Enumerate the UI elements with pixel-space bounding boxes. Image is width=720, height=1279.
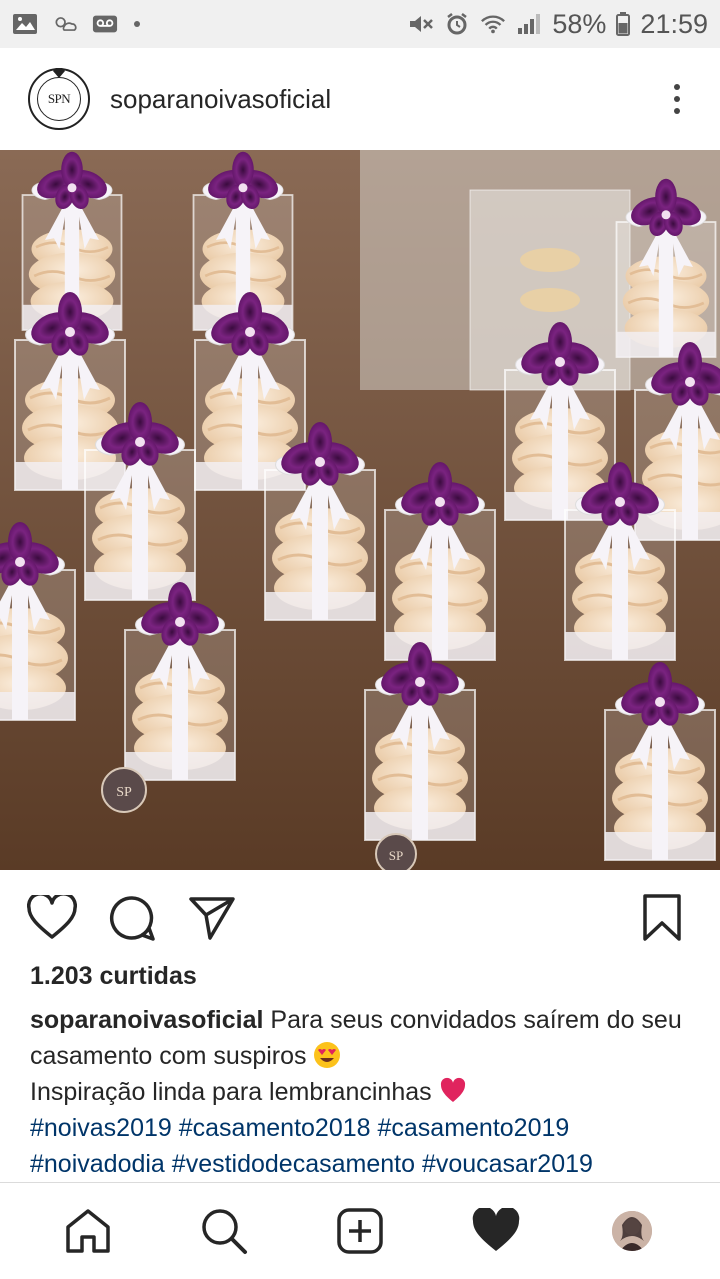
- status-bar: 58% 21:59: [0, 0, 720, 48]
- caption-line2: Inspiração linda para lembrancinhas: [30, 1074, 700, 1110]
- like-button[interactable]: [24, 890, 80, 946]
- comment-icon: [109, 895, 155, 941]
- nav-new-post[interactable]: [332, 1203, 388, 1259]
- heart-eyes-emoji-icon: [314, 1042, 341, 1068]
- post-username[interactable]: soparanoivasoficial: [110, 84, 331, 115]
- hashtags-line1[interactable]: #noivas2019 #casamento2018 #casamento201…: [30, 1110, 700, 1146]
- nav-search[interactable]: [196, 1203, 252, 1259]
- more-dot-icon: [674, 96, 680, 102]
- alarm-icon: [447, 13, 468, 35]
- save-icon: [643, 893, 681, 941]
- image-icon: [13, 14, 37, 34]
- post-photo[interactable]: SP SP: [0, 150, 720, 870]
- more-dot-icon: [674, 84, 680, 90]
- red-heart-emoji-icon: [440, 1077, 465, 1102]
- post-header: SPN soparanoivasoficial: [0, 48, 720, 150]
- share-button[interactable]: [184, 890, 240, 946]
- voicemail-icon: [92, 15, 118, 33]
- more-options-button[interactable]: [662, 79, 692, 119]
- nav-home[interactable]: [60, 1203, 116, 1259]
- post-caption: soparanoivasoficial Para seus convidados…: [30, 1002, 700, 1182]
- save-button[interactable]: [634, 890, 690, 946]
- signal-icon: [518, 14, 541, 34]
- diamond-icon: [53, 68, 65, 78]
- caption-text-line2: Inspiração linda para lembrancinhas: [30, 1078, 432, 1106]
- profile-icon: [612, 1211, 652, 1251]
- box-seal-icon: SP: [101, 767, 147, 813]
- clock: 21:59: [640, 8, 708, 39]
- comment-button[interactable]: [104, 890, 160, 946]
- new-post-icon: [337, 1208, 383, 1254]
- box-seal-icon: SP: [375, 833, 417, 870]
- box-monogram: SP: [389, 848, 403, 863]
- dot-icon: [134, 21, 140, 27]
- more-dot-icon: [674, 108, 680, 114]
- bottom-navigation: [0, 1182, 720, 1279]
- search-icon: [202, 1209, 247, 1254]
- caption-first-lines: soparanoivasoficial Para seus convidados…: [30, 1002, 700, 1074]
- box-monogram: SP: [116, 785, 132, 800]
- avatar-logo-text: SPN: [37, 77, 81, 121]
- share-icon: [189, 896, 235, 940]
- weather-icon: [55, 17, 77, 31]
- battery-percent: 58%: [552, 8, 607, 39]
- meringue-favor-boxes-image: SP SP: [0, 150, 720, 870]
- battery-icon: [616, 12, 631, 36]
- account-avatar[interactable]: SPN: [28, 68, 90, 130]
- caption-username[interactable]: soparanoivasoficial: [30, 1006, 263, 1034]
- activity-icon: [472, 1208, 520, 1251]
- like-icon: [27, 894, 77, 939]
- wifi-icon: [481, 15, 506, 34]
- likes-count[interactable]: 1.203 curtidas: [30, 962, 197, 991]
- nav-profile[interactable]: [604, 1203, 660, 1259]
- hashtags-line2[interactable]: #noivadodia #vestidodecasamento #voucasa…: [30, 1146, 700, 1182]
- nav-activity[interactable]: [468, 1203, 524, 1259]
- post-actions: [0, 870, 720, 965]
- mute-icon: [410, 16, 434, 32]
- home-icon: [66, 1209, 110, 1253]
